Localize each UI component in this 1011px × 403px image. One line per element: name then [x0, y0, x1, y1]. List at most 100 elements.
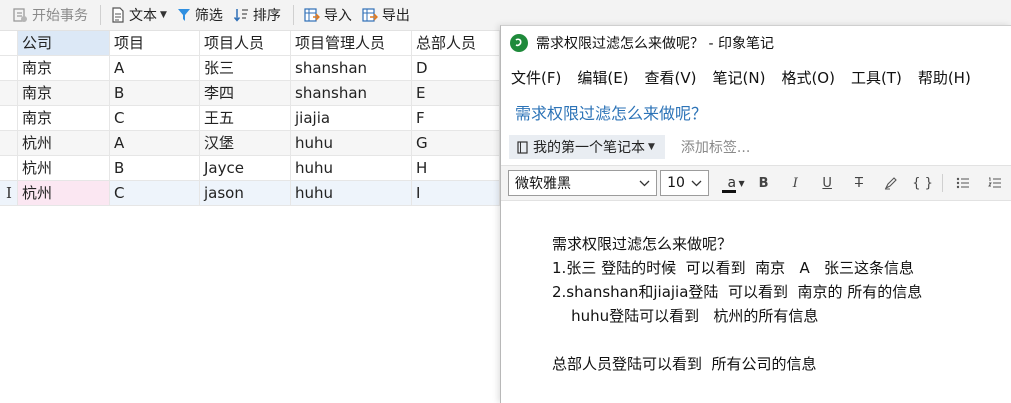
row-gutter[interactable]	[0, 131, 18, 155]
filter-button[interactable]: 筛选	[173, 3, 227, 27]
cell-project-manager[interactable]: shanshan	[291, 56, 412, 80]
note-meta-bar: 我的第一个笔记本 ▼ 添加标签...	[501, 129, 1011, 165]
notebook-selector[interactable]: 我的第一个笔记本 ▼	[509, 135, 665, 159]
note-line: 总部人员登陆可以看到 所有公司的信息	[552, 355, 817, 373]
cell-project[interactable]: B	[110, 81, 200, 105]
text-button[interactable]: 文本 ▼	[107, 3, 171, 27]
cell-company[interactable]: 杭州	[18, 156, 110, 180]
cell-company[interactable]: 南京	[18, 106, 110, 130]
cell-hq-staff[interactable]: E	[412, 81, 500, 105]
cell-hq-staff[interactable]: D	[412, 56, 500, 80]
menu-note[interactable]: 笔记(N)	[713, 67, 766, 88]
row-gutter[interactable]	[0, 156, 18, 180]
cell-project[interactable]: C	[110, 181, 200, 205]
export-button[interactable]: 导出	[358, 3, 414, 27]
cell-project-manager[interactable]: huhu	[291, 156, 412, 180]
cell-project-manager[interactable]: huhu	[291, 181, 412, 205]
import-label: 导入	[323, 8, 352, 24]
underline-button[interactable]: U	[811, 170, 843, 196]
table-row-current[interactable]: I 杭州 C jason huhu I	[0, 181, 500, 206]
code-block-button[interactable]: { }	[907, 170, 939, 196]
table-row[interactable]: 杭州 B Jayce huhu H	[0, 156, 500, 181]
table-row[interactable]: 南京 A 张三 shanshan D	[0, 56, 500, 81]
cell-company[interactable]: 南京	[18, 56, 110, 80]
menu-help[interactable]: 帮助(H)	[918, 67, 971, 88]
cell-project-staff[interactable]: Jayce	[200, 156, 291, 180]
note-line: 需求权限过滤怎么来做呢？	[552, 235, 733, 253]
numbered-list-button[interactable]	[979, 170, 1011, 196]
cell-project-manager[interactable]: jiajia	[291, 106, 412, 130]
strikethrough-button[interactable]: T	[843, 170, 875, 196]
filter-label: 筛选	[194, 8, 223, 24]
cell-project[interactable]: B	[110, 156, 200, 180]
sort-button[interactable]: 排序	[229, 3, 285, 27]
note-editor-body[interactable]: 需求权限过滤怎么来做呢？ 1.张三 登陆的时候 可以看到 南京 A 张三这条信息…	[501, 201, 1011, 376]
row-gutter[interactable]	[0, 56, 18, 80]
cell-project-staff[interactable]: 汉堡	[200, 131, 291, 155]
font-size-select[interactable]: 10	[660, 170, 709, 196]
chevron-down-icon: ▼	[738, 179, 745, 188]
bold-button[interactable]: B	[748, 170, 780, 196]
table-row[interactable]: 南京 C 王五 jiajia F	[0, 106, 500, 131]
column-header-company[interactable]: 公司	[18, 31, 110, 55]
cell-company[interactable]: 杭州	[18, 131, 110, 155]
text-label: 文本	[129, 8, 157, 24]
menu-format[interactable]: 格式(O)	[781, 67, 835, 88]
cell-company[interactable]: 杭州	[18, 181, 110, 205]
column-header-project-manager[interactable]: 项目管理人员	[291, 31, 412, 55]
cell-project-manager[interactable]: shanshan	[291, 81, 412, 105]
notebook-name: 我的第一个笔记本	[533, 140, 645, 156]
highlighter-icon	[885, 176, 898, 189]
notebook-icon	[517, 140, 528, 154]
cell-project-staff[interactable]: 李四	[200, 81, 291, 105]
cell-hq-staff[interactable]: F	[412, 106, 500, 130]
menu-tools[interactable]: 工具(T)	[851, 67, 902, 88]
window-title: 需求权限过滤怎么来做呢？ - 印象笔记	[536, 35, 774, 52]
cell-project[interactable]: C	[110, 106, 200, 130]
toolbar-divider	[942, 174, 944, 192]
column-header-project[interactable]: 项目	[110, 31, 200, 55]
format-toolbar: 微软雅黑 10 a ▼ B I U T { }	[501, 165, 1011, 201]
menu-edit[interactable]: 编辑(E)	[577, 67, 628, 88]
edit-cursor-indicator: I	[6, 184, 12, 202]
cell-company[interactable]: 南京	[18, 81, 110, 105]
bullet-list-icon	[957, 177, 970, 189]
begin-transaction-label: 开始事务	[32, 8, 88, 24]
export-label: 导出	[381, 8, 410, 24]
begin-transaction-button[interactable]: 开始事务	[8, 3, 92, 27]
text-color-button[interactable]: a ▼	[716, 170, 748, 196]
cell-project-manager[interactable]: huhu	[291, 131, 412, 155]
cell-project[interactable]: A	[110, 56, 200, 80]
column-header-project-staff[interactable]: 项目人员	[200, 31, 291, 55]
menu-view[interactable]: 查看(V)	[645, 67, 697, 88]
row-gutter[interactable]	[0, 106, 18, 130]
toolbar-divider	[100, 5, 101, 25]
chevron-down-icon	[691, 180, 702, 187]
cell-project-staff[interactable]: 王五	[200, 106, 291, 130]
cell-project[interactable]: A	[110, 131, 200, 155]
data-grid[interactable]: 公司 项目 项目人员 项目管理人员 总部人员 南京 A 张三 shanshan …	[0, 31, 500, 206]
highlight-button[interactable]	[875, 170, 907, 196]
evernote-window: 需求权限过滤怎么来做呢？ - 印象笔记 文件(F) 编辑(E) 查看(V) 笔记…	[500, 25, 1011, 403]
font-family-select[interactable]: 微软雅黑	[508, 170, 658, 196]
add-tags-field[interactable]: 添加标签...	[681, 137, 750, 157]
cell-hq-staff[interactable]: G	[412, 131, 500, 155]
font-family-value: 微软雅黑	[515, 176, 571, 192]
table-row[interactable]: 南京 B 李四 shanshan E	[0, 81, 500, 106]
italic-button[interactable]: I	[779, 170, 811, 196]
numbered-list-icon	[988, 177, 1002, 188]
table-row[interactable]: 杭州 A 汉堡 huhu G	[0, 131, 500, 156]
row-gutter[interactable]	[0, 81, 18, 105]
cell-hq-staff[interactable]: H	[412, 156, 500, 180]
bulleted-list-button[interactable]	[947, 170, 979, 196]
window-title-bar[interactable]: 需求权限过滤怎么来做呢？ - 印象笔记	[501, 26, 1011, 59]
row-gutter[interactable]: I	[0, 181, 18, 205]
cell-project-staff[interactable]: jason	[200, 181, 291, 205]
note-line: 2.shanshan和jiajia登陆 可以看到 南京的 所有的信息	[552, 283, 923, 301]
menu-file[interactable]: 文件(F)	[511, 67, 561, 88]
cell-hq-staff[interactable]: I	[412, 181, 500, 205]
cell-project-staff[interactable]: 张三	[200, 56, 291, 80]
import-button[interactable]: 导入	[300, 3, 356, 27]
column-header-hq-staff[interactable]: 总部人员	[412, 31, 500, 55]
note-title[interactable]: 需求权限过滤怎么来做呢？	[501, 95, 1011, 129]
